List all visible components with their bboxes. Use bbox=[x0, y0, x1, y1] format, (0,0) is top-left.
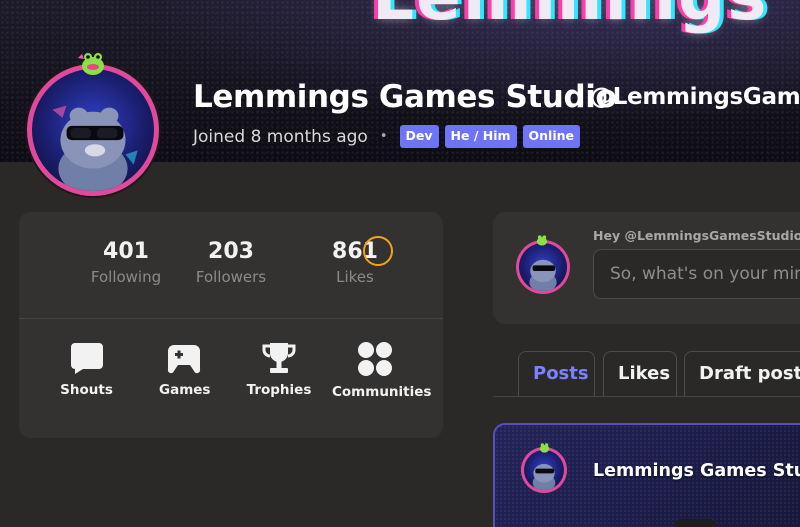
stat-followers[interactable]: 203 Followers bbox=[169, 238, 293, 286]
profile-stats-card: 401 Following 203 Followers 861 Likes Sh… bbox=[19, 212, 443, 438]
stat-likes[interactable]: 861 Likes bbox=[293, 236, 417, 286]
profile-meta-row: Joined 8 months ago • Dev He / Him Onlin… bbox=[193, 125, 586, 148]
profile-avatar[interactable] bbox=[27, 64, 159, 196]
tag-online-status[interactable]: Online bbox=[522, 125, 580, 148]
nav-communities-label: Communities bbox=[332, 384, 432, 400]
display-name: Lemmings Games Studio bbox=[193, 79, 617, 115]
composer-greeting: Hey @LemmingsGamesStudio bbox=[593, 228, 800, 243]
joined-date: Joined 8 months ago bbox=[193, 126, 368, 147]
likes-count: 861 bbox=[332, 239, 378, 264]
profile-nav: Shouts Games Trophies Communities bbox=[19, 319, 443, 438]
gamepad-icon bbox=[167, 345, 201, 374]
tab-posts[interactable]: Posts bbox=[518, 351, 595, 397]
meta-separator: • bbox=[379, 129, 388, 144]
tab-likes[interactable]: Likes bbox=[603, 351, 677, 397]
nav-shouts[interactable]: Shouts bbox=[59, 341, 114, 398]
post-media-chip bbox=[675, 519, 715, 527]
post-author-avatar[interactable] bbox=[521, 447, 567, 493]
post-card[interactable]: Lemmings Games Studio bbox=[493, 423, 800, 527]
tabs-underline bbox=[493, 396, 800, 397]
followers-count: 203 bbox=[208, 239, 254, 264]
tab-draft-posts[interactable]: Draft posts bbox=[684, 351, 800, 397]
composer-frog-icon bbox=[536, 235, 548, 246]
nav-communities[interactable]: Communities bbox=[332, 341, 432, 400]
nav-trophies[interactable]: Trophies bbox=[246, 341, 312, 398]
composer-avatar bbox=[516, 240, 570, 294]
speech-bubble-icon bbox=[70, 343, 103, 374]
post-author-name[interactable]: Lemmings Games Studio bbox=[593, 461, 800, 481]
composer-input[interactable]: So, what's on your mind bbox=[593, 249, 800, 299]
nav-trophies-label: Trophies bbox=[246, 382, 312, 398]
nav-games[interactable]: Games bbox=[159, 341, 211, 398]
avatar-image bbox=[32, 69, 154, 191]
nav-shouts-label: Shouts bbox=[60, 382, 113, 398]
post-composer: Hey @LemmingsGamesStudio So, what's on y… bbox=[493, 212, 800, 324]
nav-games-label: Games bbox=[159, 382, 211, 398]
frog-badge-icon bbox=[78, 53, 104, 75]
banner-glitch-text: Lemmings bbox=[372, 0, 769, 35]
stats-row: 401 Following 203 Followers 861 Likes bbox=[19, 212, 443, 318]
communities-icon bbox=[358, 342, 392, 376]
post-frog-icon bbox=[539, 443, 550, 453]
likes-highlight-circle bbox=[363, 236, 393, 266]
user-handle: @LemmingsGames bbox=[590, 84, 800, 110]
followers-label: Followers bbox=[195, 268, 267, 286]
likes-label: Likes bbox=[336, 268, 374, 286]
tag-pronouns[interactable]: He / Him bbox=[444, 125, 517, 148]
tag-dev[interactable]: Dev bbox=[399, 125, 439, 148]
trophy-icon bbox=[262, 343, 296, 373]
